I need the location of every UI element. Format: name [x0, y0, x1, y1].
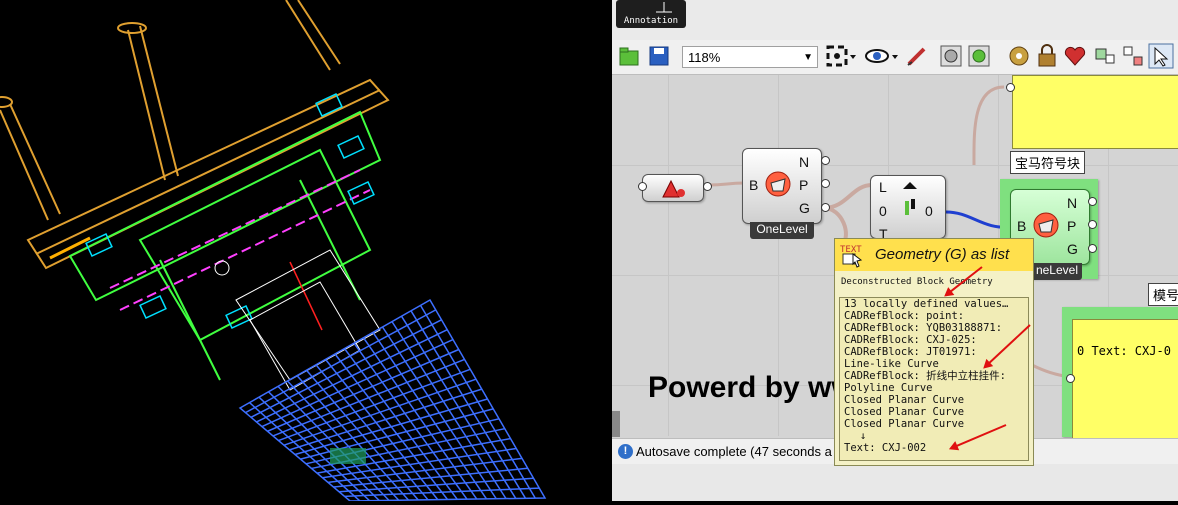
tooltip-subtitle: Deconstructed Block Geometry — [841, 277, 993, 287]
panel-text: 0 Text: CXJ-0 — [1077, 344, 1171, 358]
component-label-bubble: 宝马符号块 — [1010, 151, 1086, 174]
annotation-label: Annotation — [623, 16, 679, 26]
tooltip-header: TEXT Geometry (G) as list — [835, 239, 1033, 271]
yellow-panel-top[interactable] — [1012, 75, 1178, 149]
preview-eye-icon[interactable] — [864, 43, 890, 69]
list-item: Closed Planar Curve — [844, 406, 965, 418]
sketch-pen-icon[interactable] — [904, 43, 930, 69]
status-text: Autosave complete (47 seconds a — [636, 444, 832, 459]
output-port[interactable] — [703, 182, 712, 191]
panel-label-bubble: 模号 — [1148, 283, 1178, 306]
input-l-label: L — [879, 179, 887, 195]
geometry-param-icon — [662, 179, 685, 198]
output-port-n[interactable] — [1088, 197, 1097, 206]
lock-icon[interactable] — [1034, 43, 1060, 69]
output-port-g[interactable] — [1088, 244, 1097, 253]
gear-plugin-icon[interactable] — [1006, 43, 1032, 69]
list-item: CADRefBlock: CXJ-025: — [844, 334, 977, 346]
output-g-label: G — [1067, 241, 1078, 257]
output-index-label: 0 — [925, 203, 933, 219]
list-item: ↓ — [860, 430, 867, 442]
list-item: CADRefBlock: 折线中立柱挂件: — [844, 370, 1007, 382]
zoom-select[interactable]: 118% ▼ — [682, 46, 818, 68]
window-bottom-area — [612, 464, 1178, 501]
canvas-scrollbar[interactable] — [612, 411, 620, 437]
input-index-label: 0 — [879, 203, 887, 219]
onelevel-nickname: OneLevel — [750, 222, 814, 239]
pointer-select-icon[interactable] — [1148, 43, 1174, 69]
panel-input-port[interactable] — [1006, 83, 1015, 92]
output-port-p[interactable] — [1088, 220, 1097, 229]
list-item: Line-like Curve — [844, 358, 939, 370]
output-n-label: N — [799, 154, 810, 170]
save-file-icon[interactable] — [646, 43, 672, 69]
block-explode-icon — [1033, 212, 1059, 238]
tooltip-values-list: 13 locally defined values… CADRefBlock: … — [839, 297, 1029, 461]
block-explode-icon — [765, 171, 791, 197]
output-port-g[interactable] — [821, 203, 830, 212]
panel-input-port[interactable] — [1066, 374, 1075, 383]
cluster-icon[interactable] — [1120, 43, 1146, 69]
chevron-down-icon[interactable] — [890, 43, 900, 69]
tooltip-title: Geometry (G) as list — [875, 246, 1010, 263]
chevron-down-icon: ▼ — [803, 52, 813, 63]
list-item: Polyline Curve — [844, 382, 933, 394]
preview-selected-icon[interactable] — [966, 43, 992, 69]
annotation-component-icon[interactable]: Annotation — [616, 0, 686, 28]
output-port-n[interactable] — [821, 156, 830, 165]
list-item-icon — [903, 182, 917, 215]
list-item: CADRefBlock: YQB03188871: — [844, 322, 1003, 334]
list-item: Closed Planar Curve — [844, 394, 965, 406]
output-port-p[interactable] — [821, 179, 830, 188]
watermark-text: Powerd by ww — [648, 371, 855, 404]
list-item: Text: CXJ-002 — [844, 442, 927, 454]
onelevel-component[interactable]: B N P G — [742, 148, 822, 224]
list-item: CADRefBlock: point: — [844, 310, 965, 322]
parameter-tooltip: TEXT Geometry (G) as list Deconstructed … — [834, 238, 1034, 466]
info-icon: ! — [618, 444, 633, 459]
list-item: 13 locally defined values… — [844, 298, 1009, 310]
zoom-extents-icon[interactable] — [824, 43, 850, 69]
output-p-label: P — [799, 177, 809, 193]
list-item-component[interactable]: L 0 0 T — [870, 175, 946, 242]
yellow-panel-right[interactable]: 0 Text: CXJ-0 — [1072, 319, 1178, 439]
input-b-label: B — [749, 177, 759, 193]
cad-viewport[interactable] — [0, 0, 612, 502]
param-component[interactable] — [642, 174, 704, 202]
preview-mesh-icon[interactable] — [938, 43, 964, 69]
output-n-label: N — [1067, 195, 1078, 211]
open-file-icon[interactable] — [616, 43, 642, 69]
output-g-label: G — [799, 200, 810, 216]
heart-icon[interactable] — [1062, 43, 1088, 69]
input-b-label: B — [1017, 218, 1027, 234]
ribbon-strip: Annotation — [612, 0, 1178, 40]
output-p-label: P — [1067, 218, 1077, 234]
cad-drawing — [0, 0, 547, 502]
canvas-toolbar: 118% ▼ — [612, 40, 1178, 75]
cad-grid — [238, 298, 547, 502]
input-port[interactable] — [638, 182, 647, 191]
chevron-down-icon[interactable] — [848, 43, 858, 69]
annotation-glyph-icon — [656, 2, 672, 13]
text-param-icon: TEXT — [840, 245, 862, 268]
group-icon[interactable] — [1092, 43, 1118, 69]
zoom-value: 118% — [688, 50, 721, 65]
